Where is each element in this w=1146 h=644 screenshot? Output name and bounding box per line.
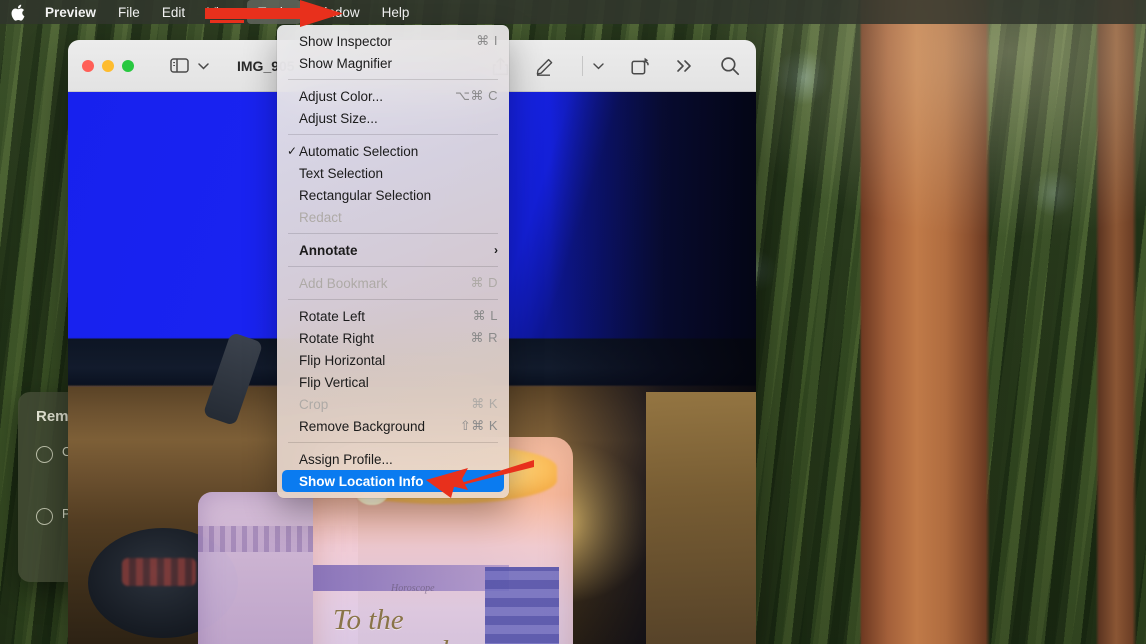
menu-item-shortcut: ⇧⌘ K — [459, 418, 498, 433]
checkmark-icon: ✓ — [287, 144, 298, 158]
zoom-button[interactable] — [122, 59, 134, 72]
window-toolbar-actions — [492, 40, 740, 92]
menu-item-assign-profile[interactable]: Assign Profile... — [277, 448, 509, 470]
search-icon[interactable] — [720, 56, 740, 76]
menu-item-label: Add Bookmark — [299, 275, 388, 291]
menu-item-rotate-left[interactable]: Rotate Left ⌘ L — [277, 305, 509, 327]
menu-item-label: Show Location Info — [299, 473, 424, 489]
menubar-item-file[interactable]: File — [107, 0, 151, 24]
menu-separator — [288, 79, 498, 80]
menu-separator — [288, 134, 498, 135]
menu-item-show-location-info[interactable]: Show Location Info — [282, 470, 504, 492]
photo-candle-text: To the moon and b — [333, 604, 483, 644]
menu-item-shortcut: ⌘ D — [470, 275, 498, 290]
menu-item-label: Redact — [299, 209, 342, 225]
radio-button-icon[interactable] — [36, 446, 53, 463]
menu-separator — [288, 299, 498, 300]
menubar-item-preview[interactable]: Preview — [34, 0, 107, 24]
tools-dropdown-menu[interactable]: Show Inspector ⌘ I Show Magnifier Adjust Co… — [277, 25, 509, 498]
menu-item-label: Adjust Size... — [299, 110, 378, 126]
markup-chevron-down-icon[interactable] — [593, 62, 604, 70]
menu-item-shortcut: ⌥⌘ C — [455, 88, 498, 103]
submenu-chevron-right-icon: › — [494, 243, 498, 257]
menu-item-annotate[interactable]: Annotate › — [277, 239, 509, 261]
photo-wooden-plank — [646, 392, 756, 644]
apple-logo-icon[interactable] — [0, 0, 34, 24]
traffic-lights — [82, 59, 134, 72]
menu-item-automatic-selection[interactable]: ✓ Automatic Selection — [277, 140, 509, 162]
photo-candle-text-line1: To the — [333, 604, 404, 636]
sidebar-toggle-icon[interactable] — [170, 58, 189, 73]
menu-item-show-inspector[interactable]: Show Inspector ⌘ I — [277, 30, 509, 52]
annotation-underline — [210, 20, 244, 23]
toolbar-divider — [582, 56, 583, 76]
menu-item-adjust-color[interactable]: Adjust Color... ⌥⌘ C — [277, 85, 509, 107]
menu-item-label: Rotate Left — [299, 308, 366, 324]
minimize-button[interactable] — [102, 59, 114, 72]
sidebar-toggle-group[interactable] — [170, 58, 209, 73]
menu-separator — [288, 442, 498, 443]
menu-item-label: Text Selection — [299, 165, 384, 181]
menu-item-label: Adjust Color... — [299, 88, 384, 104]
menubar-item-tools[interactable]: Tools — [247, 0, 301, 24]
close-button[interactable] — [82, 59, 94, 72]
photo-candle-navy-panel — [485, 567, 559, 644]
menubar-item-edit[interactable]: Edit — [151, 0, 196, 24]
photo-candle-text-line2: moon and — [333, 635, 483, 644]
menu-item-label: Remove Background — [299, 418, 426, 434]
menu-item-shortcut: ⌘ K — [471, 396, 498, 411]
radio-button-icon[interactable] — [36, 508, 53, 525]
menu-item-text-selection[interactable]: Text Selection — [277, 162, 509, 184]
menu-item-shortcut: ⌘ I — [476, 33, 498, 48]
menu-item-label: Assign Profile... — [299, 451, 393, 467]
menu-item-label: Automatic Selection — [299, 143, 419, 159]
menu-item-label: Crop — [299, 396, 329, 412]
menubar-item-window[interactable]: Window — [301, 0, 371, 24]
chevron-down-icon[interactable] — [198, 62, 209, 70]
menu-item-redact: Redact — [277, 206, 509, 228]
menu-item-shortcut: ⌘ R — [470, 330, 498, 345]
menu-item-shortcut: ⌘ L — [472, 308, 498, 323]
screen: Rem C P IMG_905 Horoscope To the Show In… — [0, 0, 1146, 644]
overflow-chevrons-icon[interactable] — [676, 59, 694, 73]
macos-menubar: Preview File Edit View Tools Window Help — [0, 0, 1146, 24]
menubar-item-help[interactable]: Help — [371, 0, 421, 24]
menu-item-label: Show Inspector — [299, 33, 393, 49]
menu-item-remove-background[interactable]: Remove Background ⇧⌘ K — [277, 415, 509, 437]
menu-item-show-magnifier[interactable]: Show Magnifier — [277, 52, 509, 74]
menu-item-flip-vertical[interactable]: Flip Vertical — [277, 371, 509, 393]
photo-candle-tiny-text: Horoscope — [391, 583, 435, 594]
rotate-icon[interactable] — [630, 56, 650, 76]
menu-item-label: Rotate Right — [299, 330, 375, 346]
menu-item-label: Annotate — [299, 242, 358, 258]
menu-item-rectangular-selection[interactable]: Rectangular Selection — [277, 184, 509, 206]
menu-item-label: Show Magnifier — [299, 55, 393, 71]
menu-item-label: Flip Vertical — [299, 374, 369, 390]
menu-item-add-bookmark: Add Bookmark ⌘ D — [277, 272, 509, 294]
menu-item-rotate-right[interactable]: Rotate Right ⌘ R — [277, 327, 509, 349]
menu-separator — [288, 266, 498, 267]
menu-item-label: Rectangular Selection — [299, 187, 432, 203]
menu-item-adjust-size[interactable]: Adjust Size... — [277, 107, 509, 129]
menu-item-label: Flip Horizontal — [299, 352, 386, 368]
menu-item-flip-horizontal[interactable]: Flip Horizontal — [277, 349, 509, 371]
markup-pen-icon[interactable] — [535, 57, 556, 76]
menu-separator — [288, 233, 498, 234]
menu-item-crop: Crop ⌘ K — [277, 393, 509, 415]
